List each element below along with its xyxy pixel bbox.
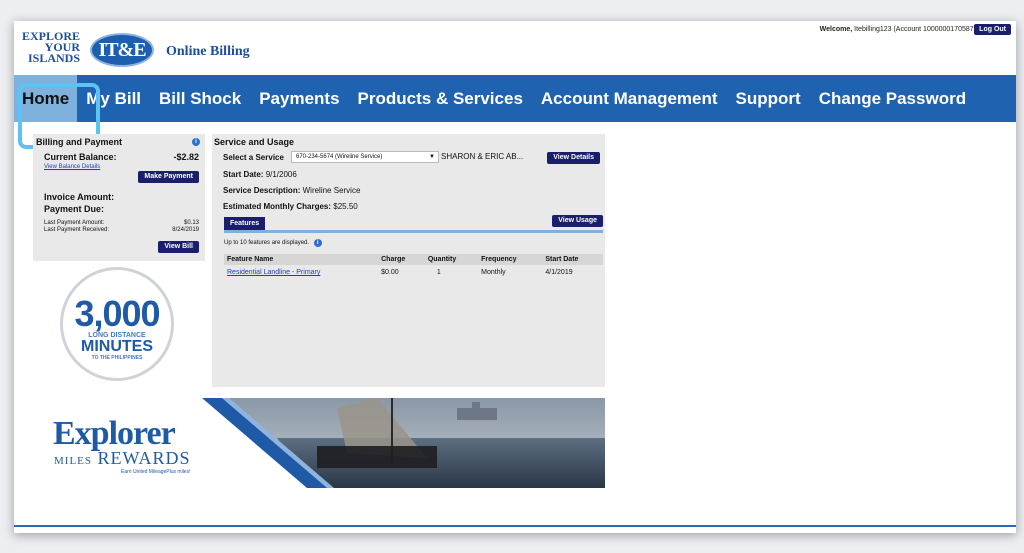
tab-underline (224, 230, 603, 233)
payment-due-label: Payment Due: (44, 204, 105, 214)
select-service-label-text: Select a Service (223, 153, 284, 162)
feature-start-date: 4/1/2019 (545, 269, 573, 276)
description-row: Service Description: Wireline Service (223, 186, 360, 195)
explorer-rewards-banner[interactable]: Explorer MILES REWARDS Earn United Milea… (47, 398, 605, 488)
nav-item-support[interactable]: Support (727, 89, 810, 109)
feature-name-link[interactable]: Residential Landline - Primary (224, 265, 378, 280)
select-service-label: Select a Service (223, 153, 284, 162)
rewards-rewards: REWARDS (97, 448, 191, 468)
logout-button[interactable]: Log Out (974, 24, 1011, 35)
welcome-prefix: Welcome, (819, 26, 853, 33)
company-logo[interactable]: IT&E (90, 33, 154, 67)
nav-item-payments[interactable]: Payments (250, 89, 348, 109)
dropdown-arrow-icon: ▼ (429, 154, 435, 160)
features-note: Up to 10 features are displayed. i (224, 239, 322, 247)
features-note-text: Up to 10 features are displayed. (224, 240, 310, 246)
last-payment-received-label: Last Payment Received: (44, 227, 110, 233)
col-feature-name: Feature Name (224, 254, 379, 265)
col-quantity: Quantity (424, 254, 479, 265)
view-balance-details-link[interactable]: View Balance Details (44, 164, 100, 170)
rewards-note: Earn United MileagePlus miles! (121, 469, 191, 475)
feature-quantity: 1 (436, 269, 441, 276)
nav-item-account-management[interactable]: Account Management (532, 89, 727, 109)
service-select-value: 670-234-5674 (Wireline Service) (296, 154, 383, 160)
table-header-row: Feature Name Charge Quantity Frequency S… (224, 254, 603, 265)
tab-features[interactable]: Features (224, 217, 266, 230)
account-holder-name: SHARON & ERIC AB... (441, 152, 524, 161)
logo-tagline: EXPLORE YOUR ISLANDS (21, 31, 80, 65)
nav-item-change-password[interactable]: Change Password (810, 89, 975, 109)
features-table: Feature Name Charge Quantity Frequency S… (224, 254, 603, 280)
col-frequency: Frequency (478, 254, 543, 265)
start-date-value: 9/1/2006 (265, 170, 297, 179)
footer-divider (14, 525, 1016, 527)
last-payment-received-value: 8/24/2019 (172, 227, 199, 233)
browser-window: EXPLORE YOUR ISLANDS IT&E Online Billing… (14, 21, 1016, 533)
start-date-row: Start Date: 9/1/2006 (223, 170, 297, 179)
billing-title: Billing and Payment (36, 137, 123, 147)
current-balance-value: -$2.82 (173, 152, 199, 162)
view-details-button[interactable]: View Details (547, 152, 600, 164)
invoice-amount-label: Invoice Amount: (44, 192, 115, 202)
view-usage-button[interactable]: View Usage (552, 215, 603, 227)
feature-frequency: Monthly (481, 269, 506, 276)
brand-title: Online Billing (166, 44, 250, 59)
monthly-charges-row: Estimated Monthly Charges: $25.50 (223, 202, 358, 211)
main-nav: Home My Bill Bill Shock Payments Product… (14, 75, 1016, 122)
last-payment-amount-label: Last Payment Amount: (44, 220, 105, 226)
rewards-subtitle: MILES REWARDS (54, 448, 191, 469)
table-row: Residential Landline - Primary $0.00 1 M… (224, 265, 603, 280)
col-charge: Charge (378, 254, 425, 265)
info-icon[interactable]: i (313, 239, 322, 247)
promo-line3: TO THE PHILIPPINES (91, 355, 143, 361)
feature-charge: $0.00 (381, 269, 399, 276)
welcome-user: Itebilling123 (Account 1000000170587) (854, 26, 976, 33)
minutes-promo-badge[interactable]: 3,000 LONG DISTANCE MINUTES TO THE PHILI… (60, 267, 174, 381)
billing-panel: Billing and Payment i Current Balance: -… (33, 134, 205, 261)
welcome-text: Welcome, Itebilling123 (Account 10000001… (820, 26, 976, 33)
description-value: Wireline Service (302, 186, 361, 195)
description-label: Service Description: (223, 186, 301, 195)
info-icon[interactable]: i (192, 138, 200, 146)
promo-number: 3,000 (74, 293, 160, 334)
rewards-miles: MILES (54, 455, 92, 467)
nav-item-bill-shock[interactable]: Bill Shock (150, 89, 250, 109)
monthly-charges-value: $25.50 (333, 202, 358, 211)
logo-mark: IT&E (98, 38, 146, 61)
service-select[interactable]: 670-234-5674 (Wireline Service) ▼ (291, 151, 439, 163)
start-date-label: Start Date: (223, 170, 264, 179)
last-payment-amount-value: $0.13 (183, 220, 199, 226)
make-payment-button[interactable]: Make Payment (138, 171, 199, 183)
current-balance-label: Current Balance: (44, 152, 117, 162)
service-title: Service and Usage (214, 137, 295, 147)
monthly-charges-label: Estimated Monthly Charges: (223, 202, 332, 211)
promo-line2: MINUTES (81, 338, 153, 355)
view-bill-button[interactable]: View Bill (158, 241, 199, 253)
service-panel: Service and Usage Select a Service 670-2… (212, 134, 605, 387)
nav-item-products-services[interactable]: Products & Services (349, 89, 532, 109)
col-start-date: Start Date (542, 254, 603, 265)
